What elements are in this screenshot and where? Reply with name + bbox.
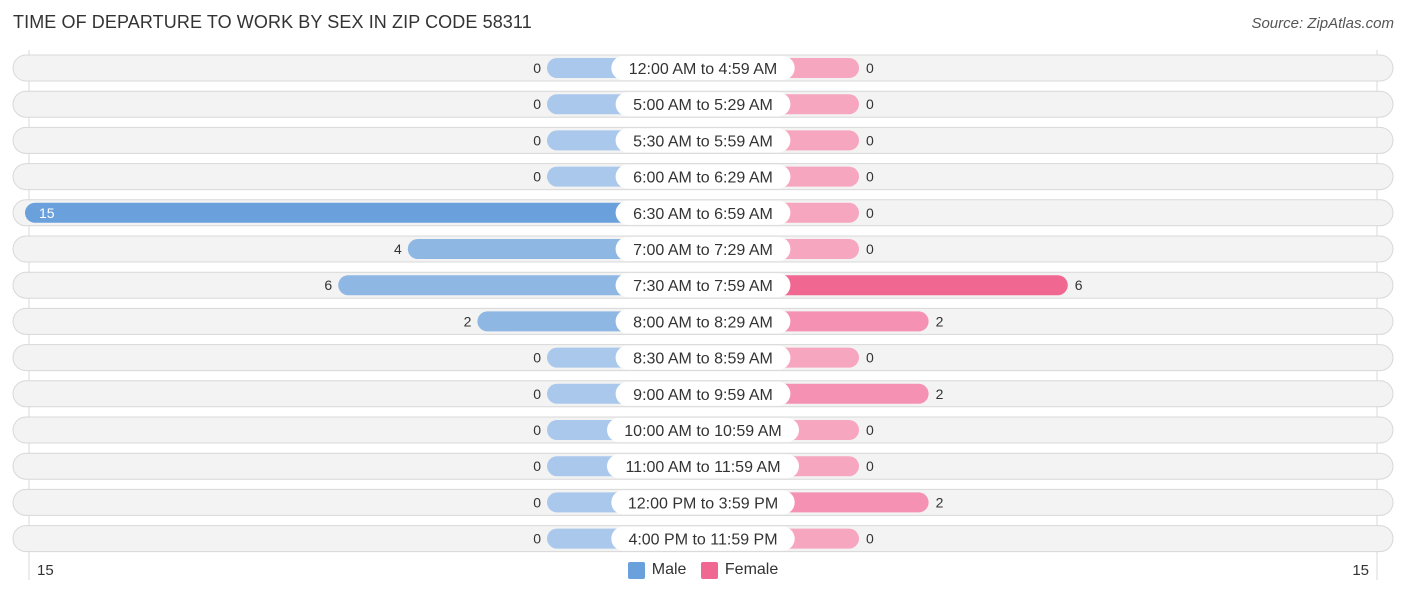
- value-label-male: 15: [39, 205, 55, 221]
- value-label-male: 6: [324, 277, 332, 293]
- value-label-female: 0: [866, 132, 874, 148]
- category-label: 6:00 AM to 6:29 AM: [633, 170, 773, 187]
- value-label-female: 0: [866, 350, 874, 366]
- legend-swatch-female: [700, 561, 718, 579]
- value-label-female: 2: [936, 494, 944, 510]
- value-label-male: 0: [533, 422, 541, 438]
- category-label: 8:30 AM to 8:59 AM: [633, 351, 773, 368]
- value-label-male: 0: [533, 169, 541, 185]
- value-label-male: 0: [533, 96, 541, 112]
- bar-male: [25, 202, 703, 223]
- chart-area: 0 0 12:00 AM to 4:59 AM 0 0 5:00 AM to 5:29 A…: [12, 50, 1394, 580]
- category-label: 4:00 PM to 11:59 PM: [628, 532, 777, 549]
- value-label-female: 2: [936, 313, 944, 329]
- legend-label-female: Female: [724, 561, 779, 578]
- value-label-female: 0: [866, 458, 874, 474]
- category-label: 12:00 PM to 3:59 PM: [628, 495, 778, 512]
- value-label-female: 2: [936, 386, 944, 402]
- category-label: 8:00 AM to 8:29 AM: [633, 314, 773, 331]
- legend-label-male: Male: [651, 561, 687, 578]
- value-label-female: 0: [866, 422, 874, 438]
- legend-item-male[interactable]: Male: [627, 561, 687, 579]
- value-label-female: 0: [866, 241, 874, 257]
- category-label: 5:30 AM to 5:59 AM: [633, 133, 773, 150]
- value-label-male: 0: [533, 531, 541, 547]
- legend: Male Female: [0, 561, 1406, 584]
- legend-item-female[interactable]: Female: [700, 561, 779, 579]
- category-label: 9:00 AM to 9:59 AM: [633, 387, 773, 404]
- value-label-male: 0: [533, 350, 541, 366]
- value-label-female: 6: [1075, 277, 1083, 293]
- legend-swatch-male: [627, 561, 645, 579]
- value-label-male: 0: [533, 60, 541, 76]
- category-label: 12:00 AM to 4:59 AM: [629, 61, 778, 78]
- category-label: 7:00 AM to 7:29 AM: [633, 242, 773, 259]
- category-label: 10:00 AM to 10:59 AM: [624, 423, 781, 440]
- value-label-female: 0: [866, 531, 874, 547]
- category-label: 7:30 AM to 7:59 AM: [633, 278, 773, 295]
- category-label: 11:00 AM to 11:59 AM: [625, 459, 780, 476]
- value-label-female: 0: [866, 205, 874, 221]
- value-label-male: 4: [394, 241, 402, 257]
- category-label: 5:00 AM to 5:29 AM: [633, 97, 773, 114]
- value-label-female: 0: [866, 169, 874, 185]
- value-label-male: 0: [533, 132, 541, 148]
- value-label-male: 2: [464, 313, 472, 329]
- value-label-male: 0: [533, 494, 541, 510]
- value-label-male: 0: [533, 458, 541, 474]
- value-label-female: 0: [866, 96, 874, 112]
- category-label: 6:30 AM to 6:59 AM: [633, 206, 773, 223]
- value-label-male: 0: [533, 386, 541, 402]
- value-label-female: 0: [866, 60, 874, 76]
